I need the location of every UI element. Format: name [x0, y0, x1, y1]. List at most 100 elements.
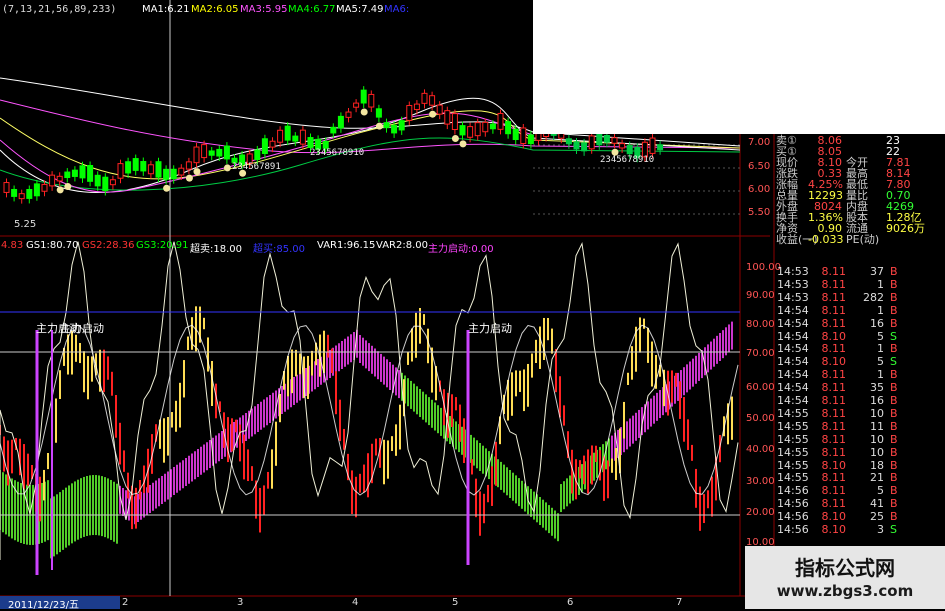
candle-body — [368, 93, 375, 108]
ma6-label: MA6: — [384, 4, 410, 15]
tick-vol: 16 — [870, 394, 884, 407]
tick-vol: 1 — [877, 277, 884, 291]
tick-row: 14:55 8.11 21 B — [774, 471, 945, 485]
indicator-band-bars — [0, 321, 733, 559]
ma4-label: MA4:6.77 — [288, 4, 336, 15]
tick-time: 14:53 — [777, 277, 809, 291]
candle-body — [451, 113, 458, 130]
candle-body — [626, 145, 633, 155]
candle-body — [109, 179, 116, 186]
candle-body — [178, 167, 185, 176]
tick-time: 14:55 — [777, 445, 809, 459]
low-price-label: 5.25 — [14, 219, 37, 230]
candle-body — [64, 171, 71, 179]
tick-flag: B — [890, 406, 898, 420]
candle-body — [505, 121, 512, 135]
candle-body — [147, 164, 154, 175]
indicator-axis-label: 50.00 — [746, 413, 775, 424]
candle-body — [208, 150, 215, 156]
tick-vol: 37 — [870, 265, 884, 278]
tick-price: 8.11 — [821, 290, 847, 304]
oversold-label: 超卖:18.00 — [190, 244, 242, 255]
tick-row: 14:54 8.11 35 B — [774, 381, 945, 395]
candle-body — [527, 134, 534, 145]
tick-vol: 18 — [870, 458, 884, 472]
tick-vol: 5 — [877, 484, 884, 498]
tick-row: 14:56 8.11 41 B — [774, 497, 945, 511]
time-axis-label: 5 — [452, 597, 459, 608]
tick-flag: B — [890, 445, 898, 459]
tick-flag: S — [890, 523, 897, 536]
candle-body — [649, 137, 656, 154]
candle-body — [223, 145, 230, 160]
tick-flag: B — [890, 510, 898, 524]
candle-body — [269, 140, 276, 148]
tick-price: 8.10 — [821, 458, 847, 472]
candle-body — [444, 110, 451, 125]
candle-body — [18, 193, 25, 200]
candle-body — [482, 121, 489, 133]
tick-time: 14:54 — [777, 381, 809, 395]
var1-label: VAR1:96.15 — [317, 240, 376, 251]
tick-vol: 41 — [870, 497, 884, 511]
candle-body — [3, 182, 10, 193]
tick-time: 14:55 — [777, 432, 809, 446]
tick-price: 8.11 — [821, 445, 847, 459]
ma1-label: MA1:6.21 — [142, 4, 190, 15]
tick-time: 14:56 — [777, 497, 809, 511]
tick-flag: B — [890, 290, 898, 304]
candle-body — [216, 148, 223, 157]
signal-label: 主力启动 — [60, 322, 104, 335]
candle-body — [87, 165, 94, 182]
tick-price: 8.10 — [821, 355, 847, 369]
tick-flag: B — [890, 497, 898, 511]
tick-flag: B — [890, 368, 898, 382]
tick-flag: B — [890, 432, 898, 446]
candle-body — [193, 146, 200, 164]
ma5-label: MA5:7.49 — [336, 4, 384, 15]
candle-body — [11, 188, 18, 197]
tick-vol: 282 — [863, 290, 884, 304]
indicator-axis-label: 20.00 — [746, 507, 775, 518]
tick-time: 14:55 — [777, 471, 809, 485]
tick-price: 8.11 — [821, 471, 847, 485]
tick-price: 8.11 — [821, 484, 847, 498]
tick-row: 14:55 8.11 11 B — [774, 420, 945, 434]
gs2-label: GS2:28.36 — [82, 240, 135, 251]
price-axis-label: 6.00 — [748, 184, 771, 195]
tick-row: 14:55 8.11 10 B — [774, 433, 945, 447]
tick-vol: 1 — [877, 368, 884, 382]
price-axis-label: 5.50 — [748, 207, 771, 218]
candle-body — [71, 169, 78, 177]
tick-row: 14:53 8.11 37 B — [774, 265, 945, 279]
candle-body — [581, 142, 588, 152]
tick-flag: B — [890, 484, 898, 498]
quote-value: -0.033 — [808, 233, 844, 246]
tick-vol: 1 — [877, 342, 884, 356]
candle-body — [497, 112, 504, 130]
candle-body — [588, 135, 595, 150]
candle-body — [413, 103, 420, 111]
tick-time: 14:54 — [777, 368, 809, 382]
candle-body — [603, 134, 610, 143]
candle-body — [56, 175, 63, 182]
candle-body — [155, 161, 162, 178]
watermark-badge: 指标公式网 www.zbgs3.com — [745, 546, 945, 609]
tick-flag: S — [890, 329, 897, 343]
tick-row: 14:54 8.11 16 B — [774, 317, 945, 331]
blank-white-area — [533, 0, 945, 134]
tick-row: 14:54 8.11 16 B — [774, 394, 945, 408]
tick-row: 14:56 8.10 25 B — [774, 510, 945, 524]
candle-body — [467, 126, 474, 138]
tick-time: 14:54 — [777, 394, 809, 407]
tick-price: 8.11 — [821, 316, 847, 330]
candle-body — [619, 143, 626, 149]
signal-dot — [459, 140, 467, 148]
candle-body — [345, 111, 352, 118]
time-axis-label: 6 — [567, 597, 574, 608]
candle-body — [375, 108, 382, 118]
wave-annotation: 2345678910 — [600, 155, 655, 165]
wave-annotation: 234567891 — [232, 162, 281, 172]
candle-body — [565, 138, 572, 145]
candle-body — [163, 168, 170, 180]
